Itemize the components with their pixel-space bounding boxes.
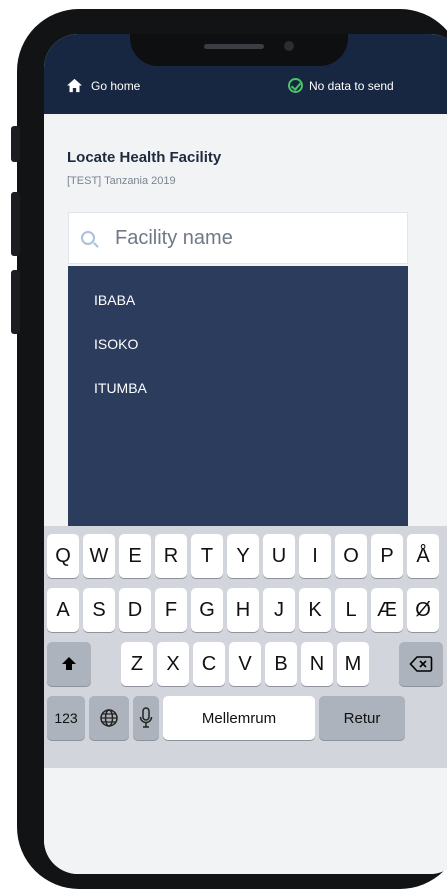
key-b[interactable]: B [265,642,297,686]
key-t[interactable]: T [191,534,223,578]
key-k[interactable]: K [299,588,331,632]
key-l[interactable]: L [335,588,367,632]
go-home-button[interactable]: Go home [66,78,140,93]
home-icon [67,78,82,93]
key-d[interactable]: D [119,588,151,632]
key-v[interactable]: V [229,642,261,686]
key-j[interactable]: J [263,588,295,632]
list-item[interactable]: ITUMBA [68,366,408,410]
facility-search [68,212,408,264]
return-key[interactable]: Retur [319,696,405,740]
key-spacer [95,642,117,686]
key-x[interactable]: X [157,642,189,686]
page-title: Locate Health Facility [67,149,222,166]
key-ae[interactable]: Æ [371,588,403,632]
key-spacer [373,642,395,686]
page-subtitle: [TEST] Tanzania 2019 [67,175,176,187]
key-u[interactable]: U [263,534,295,578]
sync-status-label: No data to send [309,78,394,93]
phone-volume-down-button [11,270,20,334]
list-item[interactable]: IBABA [68,278,408,322]
key-g[interactable]: G [191,588,223,632]
key-y[interactable]: Y [227,534,259,578]
keyboard-bottom-area [44,768,447,874]
globe-icon [100,709,118,727]
key-q[interactable]: Q [47,534,79,578]
phone-volume-up-button [11,192,20,256]
phone-speaker [204,44,264,49]
key-f[interactable]: F [155,588,187,632]
key-w[interactable]: W [83,534,115,578]
search-results-list: IBABA ISOKO ITUMBA [68,266,408,528]
key-r[interactable]: R [155,534,187,578]
on-screen-keyboard: Q W E R T Y U I O P Å A S D F G H J K L … [44,526,447,768]
key-aa[interactable]: Å [407,534,439,578]
key-oe[interactable]: Ø [407,588,439,632]
go-home-label: Go home [91,78,141,93]
key-s[interactable]: S [83,588,115,632]
key-p[interactable]: P [371,534,403,578]
key-m[interactable]: M [337,642,369,686]
key-h[interactable]: H [227,588,259,632]
key-z[interactable]: Z [121,642,153,686]
search-icon [81,231,95,245]
phone-notch [130,34,348,66]
key-a[interactable]: A [47,588,79,632]
sync-status: No data to send [288,78,394,93]
globe-key[interactable] [89,696,129,740]
backspace-icon [409,656,433,672]
key-n[interactable]: N [301,642,333,686]
phone-screen: Go home No data to send Locate Health Fa… [44,34,447,874]
check-circle-icon [288,78,303,93]
backspace-key[interactable] [399,642,443,686]
microphone-key[interactable] [133,696,159,740]
list-item[interactable]: ISOKO [68,322,408,366]
phone-mute-switch [11,126,20,162]
key-c[interactable]: C [193,642,225,686]
shift-key[interactable] [47,642,91,686]
space-key[interactable]: Mellemrum [163,696,315,740]
key-o[interactable]: O [335,534,367,578]
numbers-key[interactable]: 123 [47,696,85,740]
key-e[interactable]: E [119,534,151,578]
phone-camera [284,41,294,51]
facility-search-input[interactable] [113,225,377,251]
key-i[interactable]: I [299,534,331,578]
shift-icon [62,657,76,670]
microphone-icon [139,707,153,728]
